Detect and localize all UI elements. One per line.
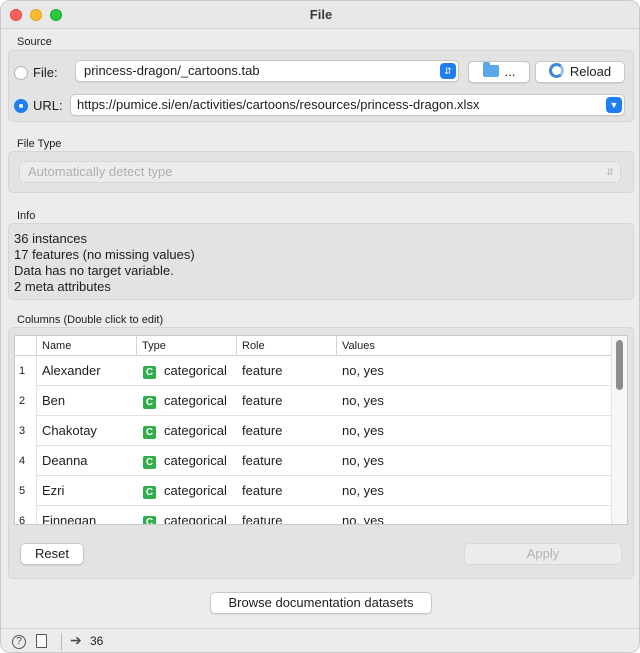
output-icon: ➔ bbox=[70, 632, 82, 648]
table-row[interactable]: 1 Alexander Ccategorical feature no, yes bbox=[15, 356, 613, 386]
cell-name[interactable]: Chakotay bbox=[42, 416, 97, 446]
categorical-type-icon: C bbox=[143, 456, 156, 469]
url-radio[interactable] bbox=[14, 99, 28, 113]
row-number: 5 bbox=[15, 476, 37, 506]
row-number: 6 bbox=[15, 506, 37, 524]
cell-name[interactable]: Ben bbox=[42, 386, 65, 416]
info-meta: 2 meta attributes bbox=[14, 279, 111, 294]
cell-values[interactable]: no, yes bbox=[342, 476, 384, 506]
cell-role[interactable]: feature bbox=[242, 476, 282, 506]
info-features: 17 features (no missing values) bbox=[14, 247, 195, 262]
column-header-name[interactable]: Name bbox=[37, 336, 137, 356]
row-number: 1 bbox=[15, 356, 37, 386]
column-header-type[interactable]: Type bbox=[137, 336, 237, 356]
apply-button[interactable]: Apply bbox=[464, 543, 622, 565]
title-bar: File bbox=[1, 1, 639, 29]
row-number: 2 bbox=[15, 386, 37, 416]
file-type-value: Automatically detect type bbox=[28, 164, 173, 179]
cell-name[interactable]: Alexander bbox=[42, 356, 101, 386]
table-scrollbar-thumb[interactable] bbox=[616, 340, 623, 390]
cell-type-label: categorical bbox=[164, 483, 227, 498]
info-section-label: Info bbox=[17, 210, 36, 222]
categorical-type-icon: C bbox=[143, 366, 156, 379]
table-row[interactable]: 4 Deanna Ccategorical feature no, yes bbox=[15, 446, 613, 476]
chevron-updown-icon: ⇵ bbox=[606, 167, 614, 177]
cell-type[interactable]: Ccategorical bbox=[143, 506, 227, 525]
table-row[interactable]: 6 Finnegan Ccategorical feature no, yes bbox=[15, 506, 613, 525]
cell-role[interactable]: feature bbox=[242, 446, 282, 476]
cell-type[interactable]: Ccategorical bbox=[143, 356, 227, 386]
table-scrollbar[interactable] bbox=[611, 336, 627, 524]
row-number-header bbox=[15, 336, 37, 356]
folder-icon bbox=[482, 62, 499, 77]
cell-role[interactable]: feature bbox=[242, 506, 282, 524]
cell-values[interactable]: no, yes bbox=[342, 446, 384, 476]
browse-file-label: ... bbox=[504, 64, 516, 79]
table-row[interactable]: 2 Ben Ccategorical feature no, yes bbox=[15, 386, 613, 416]
columns-table[interactable]: Name Type Role Values 1 Alexander Ccateg… bbox=[14, 335, 628, 525]
info-instances: 36 instances bbox=[14, 231, 87, 246]
url-value: https://pumice.si/en/activities/cartoons… bbox=[77, 97, 480, 112]
cell-type-label: categorical bbox=[164, 363, 227, 378]
column-header-role[interactable]: Role bbox=[237, 336, 337, 356]
file-type-section-label: File Type bbox=[17, 138, 62, 150]
cell-role[interactable]: feature bbox=[242, 386, 282, 416]
reset-button[interactable]: Reset bbox=[20, 543, 84, 565]
reload-label: Reload bbox=[569, 64, 612, 79]
help-icon[interactable]: ? bbox=[12, 635, 26, 649]
cell-type[interactable]: Ccategorical bbox=[143, 476, 227, 506]
table-row[interactable]: 3 Chakotay Ccategorical feature no, yes bbox=[15, 416, 613, 446]
categorical-type-icon: C bbox=[143, 516, 156, 524]
cell-type-label: categorical bbox=[164, 513, 227, 525]
cell-name[interactable]: Deanna bbox=[42, 446, 88, 476]
cell-type-label: categorical bbox=[164, 453, 227, 468]
cell-type[interactable]: Ccategorical bbox=[143, 386, 227, 416]
row-number: 3 bbox=[15, 416, 37, 446]
report-icon[interactable] bbox=[36, 634, 47, 648]
output-count: 36 bbox=[90, 634, 104, 648]
cell-type-label: categorical bbox=[164, 393, 227, 408]
row-number: 4 bbox=[15, 446, 37, 476]
info-target: Data has no target variable. bbox=[14, 263, 174, 278]
window-title: File bbox=[309, 7, 333, 22]
cell-type-label: categorical bbox=[164, 423, 227, 438]
file-radio-label: File: bbox=[33, 65, 58, 80]
cell-name[interactable]: Finnegan bbox=[42, 506, 96, 524]
browse-documentation-datasets-button[interactable]: Browse documentation datasets bbox=[210, 592, 432, 614]
recent-file-value: princess-dragon/_cartoons.tab bbox=[84, 63, 260, 78]
reload-icon bbox=[548, 63, 564, 78]
source-section-label: Source bbox=[17, 36, 52, 48]
table-row[interactable]: 5 Ezri Ccategorical feature no, yes bbox=[15, 476, 613, 506]
url-radio-label: URL: bbox=[33, 98, 63, 113]
categorical-type-icon: C bbox=[143, 396, 156, 409]
columns-section-label: Columns (Double click to edit) bbox=[17, 314, 164, 326]
cell-name[interactable]: Ezri bbox=[42, 476, 64, 506]
cell-type[interactable]: Ccategorical bbox=[143, 416, 227, 446]
categorical-type-icon: C bbox=[143, 486, 156, 499]
reload-button[interactable]: Reload bbox=[535, 61, 625, 83]
file-type-dropdown[interactable]: Automatically detect type ⇵ bbox=[19, 161, 621, 183]
chevron-down-icon: ▼ bbox=[606, 97, 622, 113]
browse-file-button[interactable]: ... bbox=[468, 61, 530, 83]
recent-file-dropdown[interactable]: princess-dragon/_cartoons.tab ⇵ bbox=[75, 60, 459, 82]
cell-type[interactable]: Ccategorical bbox=[143, 446, 227, 476]
status-bar: ? ➔ 36 bbox=[1, 628, 639, 652]
cell-values[interactable]: no, yes bbox=[342, 416, 384, 446]
categorical-type-icon: C bbox=[143, 426, 156, 439]
column-header-values[interactable]: Values bbox=[337, 336, 613, 356]
chevron-updown-icon: ⇵ bbox=[440, 63, 456, 79]
cell-values[interactable]: no, yes bbox=[342, 506, 384, 524]
cell-role[interactable]: feature bbox=[242, 416, 282, 446]
url-combo[interactable]: https://pumice.si/en/activities/cartoons… bbox=[70, 94, 625, 116]
cell-values[interactable]: no, yes bbox=[342, 386, 384, 416]
cell-role[interactable]: feature bbox=[242, 356, 282, 386]
file-widget-window: File Source File: princess-dragon/_carto… bbox=[0, 0, 640, 653]
file-radio[interactable] bbox=[14, 66, 28, 80]
status-separator bbox=[61, 633, 62, 651]
table-header: Name Type Role Values bbox=[15, 336, 613, 356]
cell-values[interactable]: no, yes bbox=[342, 356, 384, 386]
